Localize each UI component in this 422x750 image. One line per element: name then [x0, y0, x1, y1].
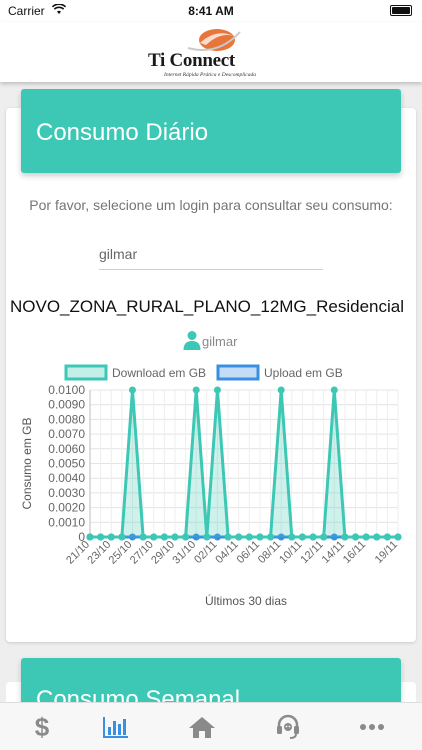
svg-text:$: $ — [35, 713, 50, 741]
dollar-icon: $ — [35, 713, 50, 741]
daily-consumption-title: Consumo Diário — [36, 119, 209, 146]
daily-consumption-card — [6, 108, 416, 642]
more-icon — [360, 724, 384, 730]
bar-chart-icon — [103, 717, 128, 738]
tab-more[interactable] — [330, 703, 414, 750]
tab-home[interactable] — [160, 703, 244, 750]
plan-name: NOVO_ZONA_RURAL_PLANO_12MG_Residencial — [10, 297, 404, 316]
ticonnect-logo: Ti Connect Internet Rápida Prática e Des… — [148, 26, 274, 78]
app-header: Ti Connect Internet Rápida Prática e Des… — [0, 22, 422, 82]
brand-tagline: Internet Rápida Prática e Descomplicada — [164, 72, 256, 78]
clock: 8:41 AM — [188, 4, 234, 18]
support-headset-icon — [277, 714, 299, 739]
login-hint: Por favor, selecione um login para consu… — [29, 197, 393, 213]
battery-icon — [390, 5, 412, 16]
tab-billing[interactable]: $ — [0, 703, 84, 750]
brand-name: Ti Connect — [148, 50, 235, 71]
status-bar: Carrier 8:41 AM — [0, 0, 422, 22]
daily-consumption-header: Consumo Diário — [21, 89, 401, 173]
tab-support[interactable] — [246, 703, 330, 750]
tab-consumption[interactable] — [74, 703, 158, 750]
user-name: gilmar — [202, 334, 238, 349]
home-icon — [189, 717, 215, 738]
login-select[interactable]: gilmar — [99, 240, 323, 270]
user-icon — [183, 331, 201, 350]
tab-bar: $ — [0, 702, 422, 750]
